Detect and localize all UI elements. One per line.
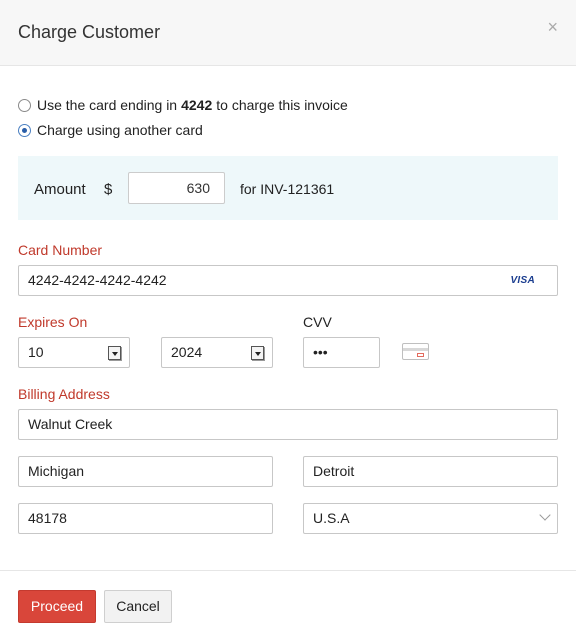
card-cvv-icon xyxy=(402,343,429,360)
expiry-year-stepper[interactable]: 2024 xyxy=(161,337,273,368)
chevron-down-icon xyxy=(539,509,551,521)
card-code-box xyxy=(417,353,424,357)
city-input[interactable]: Detroit xyxy=(303,456,558,487)
currency-symbol: $ xyxy=(104,181,113,198)
proceed-button[interactable]: Proceed xyxy=(18,590,96,623)
cvv-label: CVV xyxy=(303,314,332,330)
card-stripe xyxy=(403,348,428,351)
zip-value: 48178 xyxy=(28,510,67,526)
radio-button[interactable] xyxy=(18,98,31,112)
option-label: Charge using another card xyxy=(37,122,203,138)
spinner-arrow-icon[interactable] xyxy=(108,346,121,360)
state-value: Michigan xyxy=(28,463,85,479)
country-select[interactable]: U.S.A xyxy=(303,503,558,534)
city-value: Detroit xyxy=(313,463,355,479)
expiry-year-value: 2024 xyxy=(171,344,203,360)
card-last4: 4242 xyxy=(181,97,213,113)
billing-address-label: Billing Address xyxy=(18,386,110,402)
use-saved-card-option[interactable]: Use the card ending in 4242 to charge th… xyxy=(18,97,348,113)
zip-input[interactable]: 48178 xyxy=(18,503,273,534)
cancel-button[interactable]: Cancel xyxy=(104,590,172,623)
close-icon[interactable]: × xyxy=(547,18,558,36)
dialog-footer: Proceed Cancel xyxy=(0,570,576,642)
state-input[interactable]: Michigan xyxy=(18,456,273,487)
invoice-reference: for INV-121361 xyxy=(240,181,335,197)
dialog-header: Charge Customer × xyxy=(0,0,576,66)
expiry-month-stepper[interactable]: 10 xyxy=(18,337,130,368)
amount-panel: Amount $ 630 for INV-121361 xyxy=(18,156,558,220)
expires-on-label: Expires On xyxy=(18,314,88,330)
card-number-label: Card Number xyxy=(18,242,103,258)
spinner-arrow-icon[interactable] xyxy=(251,346,264,360)
amount-label: Amount xyxy=(34,181,86,198)
card-number-input[interactable]: 4242-4242-4242-4242 VISA xyxy=(18,265,558,296)
street-input[interactable]: Walnut Creek xyxy=(18,409,558,440)
card-number-value: 4242-4242-4242-4242 xyxy=(28,272,167,288)
amount-input[interactable]: 630 xyxy=(128,172,225,204)
dialog-title: Charge Customer xyxy=(18,22,161,42)
street-value: Walnut Creek xyxy=(28,416,113,432)
country-value: U.S.A xyxy=(313,510,350,526)
radio-button-checked[interactable] xyxy=(18,123,31,137)
cvv-value: ••• xyxy=(313,344,328,360)
cvv-input[interactable]: ••• xyxy=(303,337,380,368)
use-another-card-option[interactable]: Charge using another card xyxy=(18,122,203,138)
option-prefix: Use the card ending in xyxy=(37,97,178,113)
option-suffix: to charge this invoice xyxy=(216,97,348,113)
expiry-month-value: 10 xyxy=(28,344,44,360)
visa-logo-icon: VISA xyxy=(510,275,535,286)
